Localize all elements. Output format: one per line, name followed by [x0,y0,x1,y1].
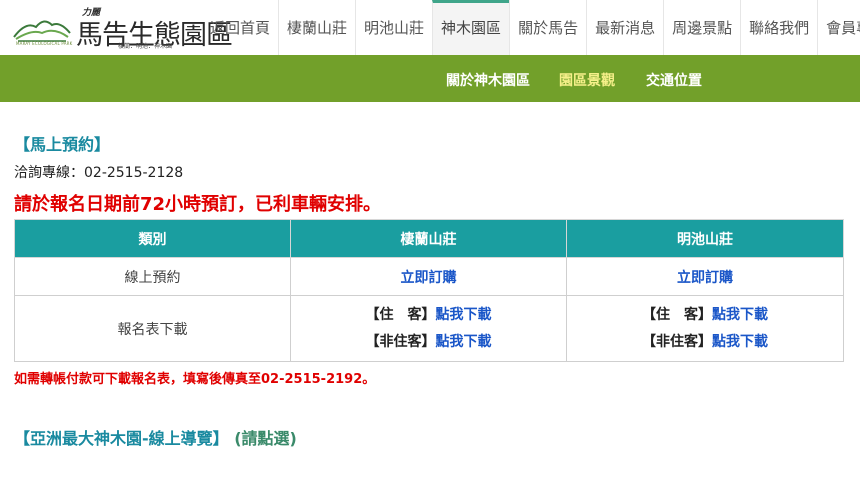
nav-item-sacred-trees[interactable]: 神木園區 [432,0,510,55]
online-tour-link[interactable]: (請點選) [234,429,297,448]
online-booking-label: 線上預約 [14,257,291,296]
nav-item-news[interactable]: 最新消息 [586,0,663,55]
mingchi-guest-download-link[interactable]: 點我下載 [712,307,768,323]
guest-label: 【住 客】 [642,306,712,323]
qilan-buy-now-link[interactable]: 立即訂購 [401,270,457,286]
booking-notice: 請於報名日期前72小時預訂，已利車輛安排。 [14,194,382,215]
qilan-online-cell: 立即訂購 [290,257,567,296]
table-row-form: 報名表下載 【住 客】點我下載 【非住客】點我下載 【住 客】點我下載 【非住客… [14,295,844,362]
online-tour-title[interactable]: 【亞洲最大神木園-線上導覽】 [14,429,229,448]
logo-small-text: MARAY ECOLOGICAL PARK [16,41,73,46]
nav-item-member[interactable]: 會員專區 [817,0,860,55]
table-header-row: 類別 棲蘭山莊 明池山莊 [14,219,844,258]
online-tour-heading: 【亞洲最大神木園-線上導覽】 (請點選) [14,425,297,449]
booking-table: 類別 棲蘭山莊 明池山莊 線上預約 立即訂購 立即訂購 報名表下載 【住 客】點… [14,219,844,362]
site-header: MARAY ECOLOGICAL PARK 力麗 馬告生態園區 棲蘭．明池．神木… [0,0,860,55]
form-download-label: 報名表下載 [14,295,291,362]
nav-item-qilan[interactable]: 棲蘭山莊 [278,0,355,55]
non-guest-label: 【非住客】 [642,333,712,350]
subnav-item-transport[interactable]: 交通位置 [646,70,702,90]
mingchi-non-guest-download-link[interactable]: 點我下載 [712,334,768,350]
nav-item-nearby[interactable]: 周邊景點 [663,0,740,55]
main-nav: 返回首頁 棲蘭山莊 明池山莊 神木園區 關於馬告 最新消息 周邊景點 聯絡我們 … [202,0,860,55]
sub-nav: 關於神木園區 園區景觀 交通位置 [0,55,860,102]
column-header-category: 類別 [14,219,291,258]
transfer-note: 如需轉帳付款可下載報名表，填寫後傳真至02-2515-2192。 [14,372,376,387]
table-row-online: 線上預約 立即訂購 立即訂購 [14,257,844,296]
site-logo[interactable]: MARAY ECOLOGICAL PARK 力麗 馬告生態園區 棲蘭．明池．神木… [10,5,233,51]
hotline-text: 洽詢專線：02-2515-2128 [14,165,184,181]
booking-section-title: 【馬上預約】 [14,135,111,154]
logo-tagline: 棲蘭．明池．神木園 [118,43,173,50]
mingchi-online-cell: 立即訂購 [566,257,844,296]
nav-item-about[interactable]: 關於馬告 [509,0,586,55]
qilan-form-cell: 【住 客】點我下載 【非住客】點我下載 [290,295,567,362]
non-guest-label: 【非住客】 [365,333,436,350]
column-header-qilan: 棲蘭山莊 [290,219,567,258]
nav-item-home[interactable]: 返回首頁 [202,0,278,55]
subnav-item-scenery[interactable]: 園區景觀 [559,70,615,90]
column-header-mingchi: 明池山莊 [566,219,844,258]
qilan-non-guest-download-link[interactable]: 點我下載 [436,334,492,350]
mingchi-buy-now-link[interactable]: 立即訂購 [677,270,733,286]
guest-label: 【住 客】 [365,306,436,323]
nav-item-mingchi[interactable]: 明池山莊 [355,0,432,55]
mingchi-form-cell: 【住 客】點我下載 【非住客】點我下載 [566,295,844,362]
subnav-item-about-park[interactable]: 關於神木園區 [446,70,530,90]
qilan-guest-download-link[interactable]: 點我下載 [436,307,492,323]
nav-item-contact[interactable]: 聯絡我們 [740,0,817,55]
